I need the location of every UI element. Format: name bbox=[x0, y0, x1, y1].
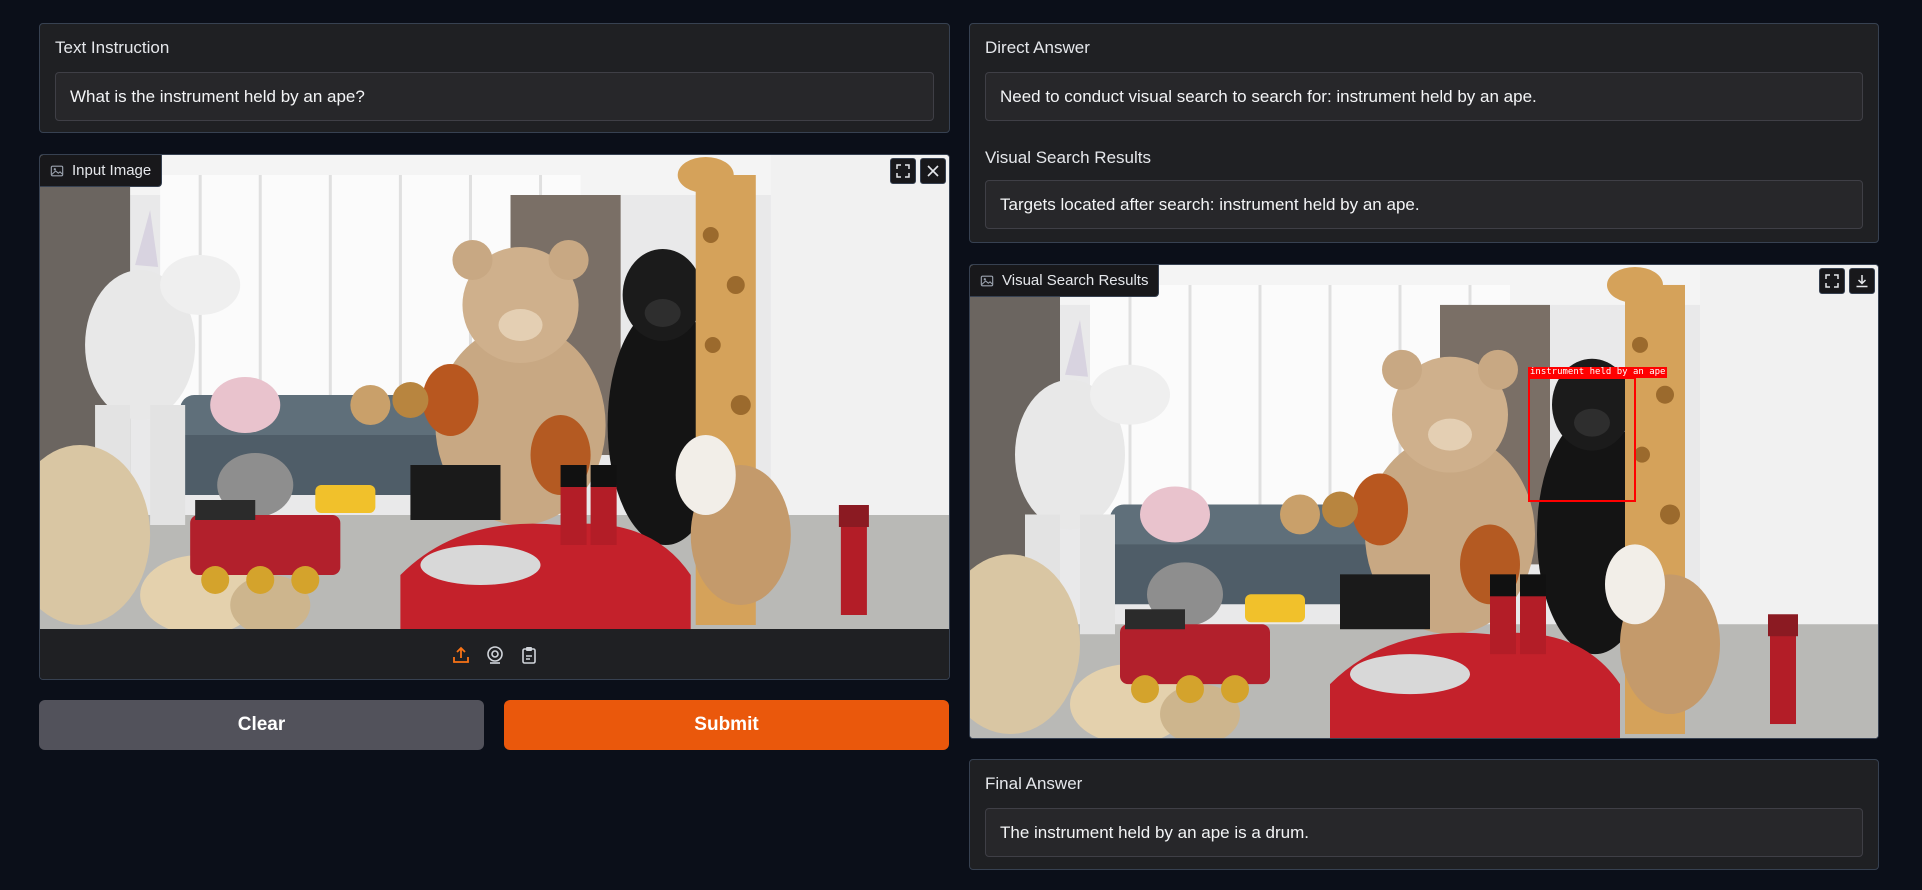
input-image-label: Input Image bbox=[72, 162, 152, 179]
input-image-panel[interactable]: Input Image bbox=[39, 154, 950, 680]
final-answer-label: Final Answer bbox=[985, 774, 1083, 793]
visual-search-results-field[interactable]: Targets located after search: instrument… bbox=[985, 180, 1863, 229]
fullscreen-button[interactable] bbox=[1819, 268, 1845, 294]
final-answer-field[interactable]: The instrument held by an ape is a drum. bbox=[985, 808, 1863, 857]
close-icon bbox=[927, 165, 939, 177]
fullscreen-button[interactable] bbox=[890, 158, 916, 184]
visual-search-image-label: Visual Search Results bbox=[1002, 272, 1149, 289]
detection-box-label: instrument held by an ape bbox=[1528, 367, 1668, 378]
upload-icon[interactable] bbox=[451, 645, 471, 665]
image-source-toolbar bbox=[40, 629, 949, 679]
input-image-tag: Input Image bbox=[40, 155, 163, 187]
visual-search-results-label: Visual Search Results bbox=[985, 148, 1151, 167]
clear-image-button[interactable] bbox=[920, 158, 946, 184]
text-instruction-panel: Text Instruction bbox=[39, 23, 950, 133]
direct-answer-field[interactable]: Need to conduct visual search to search … bbox=[985, 72, 1863, 121]
detection-box bbox=[1528, 377, 1636, 502]
text-instruction-field[interactable] bbox=[55, 72, 934, 121]
image-icon bbox=[50, 165, 64, 176]
clear-button[interactable]: Clear bbox=[39, 700, 484, 750]
final-answer-panel: Final Answer The instrument held by an a… bbox=[969, 759, 1879, 870]
input-image bbox=[40, 155, 949, 629]
submit-button[interactable]: Submit bbox=[504, 700, 949, 750]
download-button[interactable] bbox=[1849, 268, 1875, 294]
visual-search-image-actions bbox=[1819, 268, 1875, 294]
input-image-actions bbox=[890, 158, 946, 184]
webcam-icon[interactable] bbox=[485, 645, 505, 665]
answers-panel: Direct Answer Need to conduct visual sea… bbox=[969, 23, 1879, 243]
download-icon bbox=[1856, 275, 1868, 288]
fullscreen-icon bbox=[896, 164, 910, 178]
fullscreen-icon bbox=[1825, 274, 1839, 288]
clipboard-icon[interactable] bbox=[519, 645, 539, 665]
direct-answer-label: Direct Answer bbox=[985, 38, 1090, 57]
text-instruction-label: Text Instruction bbox=[55, 38, 170, 57]
image-icon bbox=[980, 275, 994, 286]
visual-search-image-tag: Visual Search Results bbox=[970, 265, 1160, 297]
visual-search-image-panel: Visual Search Results instrument held by… bbox=[969, 264, 1879, 739]
text-instruction-input[interactable] bbox=[70, 86, 919, 107]
visual-search-image: instrument held by an ape bbox=[970, 265, 1878, 738]
